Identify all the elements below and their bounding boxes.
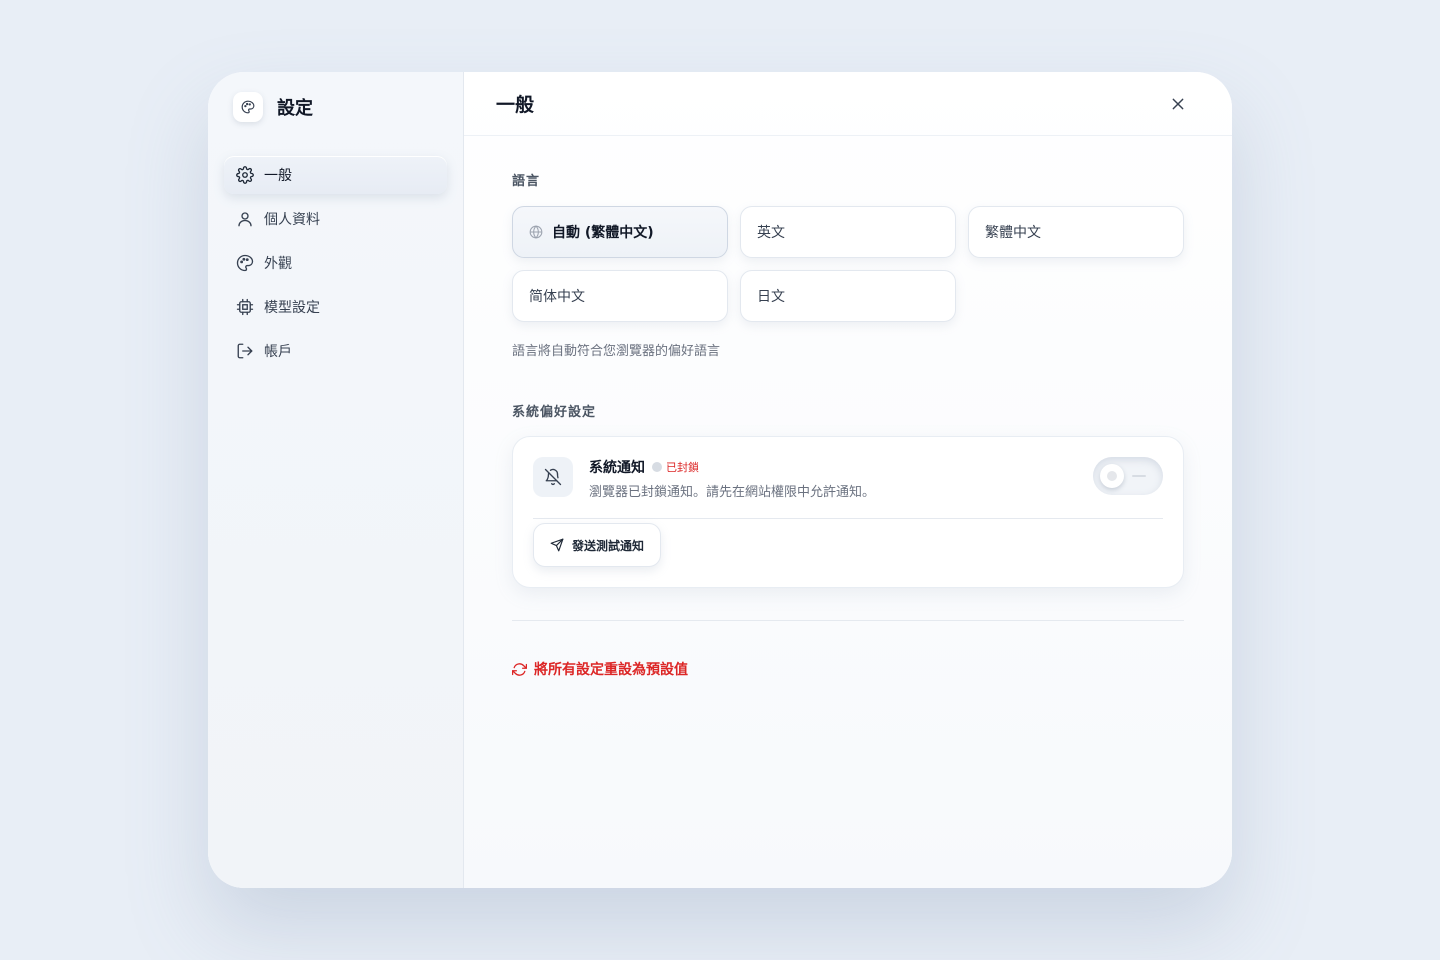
language-option-label: 繁體中文 xyxy=(985,225,1041,241)
sidebar-item-label: 個人資料 xyxy=(264,212,320,228)
sidebar: 設定 一般 個人資料 外觀 模型設定 帳戶 xyxy=(208,72,464,888)
reset-settings-button[interactable]: 將所有設定重設為預設值 xyxy=(512,659,1184,679)
gear-icon xyxy=(236,166,254,184)
language-option-label: 简体中文 xyxy=(529,289,585,305)
sidebar-item-account[interactable]: 帳戶 xyxy=(224,332,447,370)
reset-label: 將所有設定重設為預設值 xyxy=(534,662,688,678)
page-title: 一般 xyxy=(496,94,535,116)
language-section-label: 語言 xyxy=(512,174,541,189)
sidebar-nav: 一般 個人資料 外觀 模型設定 帳戶 xyxy=(224,156,447,370)
toggle-knob xyxy=(1100,464,1124,488)
sidebar-item-appearance[interactable]: 外觀 xyxy=(224,244,447,282)
language-option-label: 自動 (繁體中文) xyxy=(552,225,654,241)
language-option-label: 英文 xyxy=(757,225,785,241)
refresh-icon xyxy=(512,662,527,676)
card-divider xyxy=(533,518,1163,519)
close-button[interactable] xyxy=(1164,90,1192,118)
palette-icon xyxy=(233,92,263,122)
language-option-label: 日文 xyxy=(757,289,785,305)
user-icon xyxy=(238,212,252,227)
globe-icon xyxy=(529,225,543,239)
sidebar-item-label: 外觀 xyxy=(264,256,292,272)
sidebar-item-label: 一般 xyxy=(264,168,292,184)
status-badge: 已封鎖 xyxy=(666,461,699,474)
close-icon xyxy=(1172,98,1184,109)
chip-icon xyxy=(236,298,254,316)
section-divider xyxy=(512,620,1184,621)
palette-icon xyxy=(236,254,254,272)
send-test-label: 發送測試通知 xyxy=(572,538,645,553)
toggle-track-mark xyxy=(1132,475,1146,477)
app-title: 設定 xyxy=(277,98,313,119)
sidebar-item-model-settings[interactable]: 模型設定 xyxy=(224,288,447,326)
brand: 設定 xyxy=(233,92,447,122)
main-panel: 一般 語言 自動 (繁體中文) 英文 繁體中文 简体中文 日文 語言將自動符合您… xyxy=(464,72,1232,888)
language-hint: 語言將自動符合您瀏覽器的偏好語言 xyxy=(512,344,721,359)
language-option-japanese[interactable]: 日文 xyxy=(740,270,956,322)
language-option-auto[interactable]: 自動 (繁體中文) xyxy=(512,206,728,258)
sidebar-item-general[interactable]: 一般 xyxy=(224,156,447,194)
sidebar-item-label: 帳戶 xyxy=(264,344,292,360)
system-section-label: 系統偏好設定 xyxy=(512,405,597,420)
settings-dialog: 設定 一般 個人資料 外觀 模型設定 帳戶 一般 語言 自動 (繁體中文) 英文… xyxy=(208,72,1232,888)
sidebar-item-label: 模型設定 xyxy=(264,300,320,316)
logout-icon xyxy=(237,343,253,359)
status-dot xyxy=(652,462,662,472)
settings-content: 語言 自動 (繁體中文) 英文 繁體中文 简体中文 日文 語言將自動符合您瀏覽器… xyxy=(464,136,1232,679)
sidebar-item-profile[interactable]: 個人資料 xyxy=(224,200,447,238)
notification-toggle[interactable] xyxy=(1093,457,1163,495)
language-option-traditional-chinese[interactable]: 繁體中文 xyxy=(968,206,1184,258)
send-test-notification-button[interactable]: 發送測試通知 xyxy=(533,523,662,567)
notification-title: 系統通知 xyxy=(589,460,645,476)
language-option-simplified-chinese[interactable]: 简体中文 xyxy=(512,270,728,322)
language-option-english[interactable]: 英文 xyxy=(740,206,956,258)
language-options: 自動 (繁體中文) 英文 繁體中文 简体中文 日文 xyxy=(512,206,1184,322)
send-icon xyxy=(550,538,564,552)
main-header: 一般 xyxy=(464,72,1232,136)
bell-off-icon xyxy=(533,457,573,497)
notification-card: 系統通知 已封鎖 瀏覽器已封鎖通知。請先在網站權限中允許通知。 發送測試通知 xyxy=(512,436,1184,588)
notification-description: 瀏覽器已封鎖通知。請先在網站權限中允許通知。 xyxy=(589,485,876,500)
